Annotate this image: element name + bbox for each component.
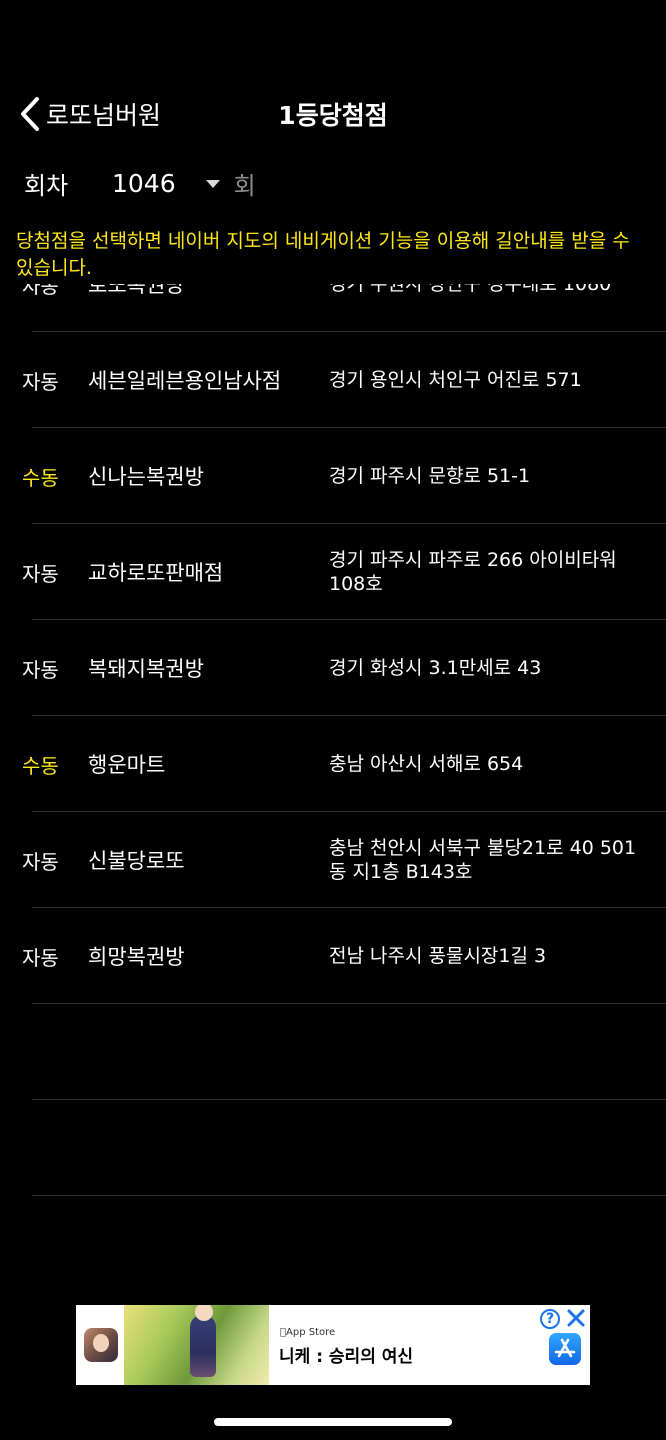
store-address: 경기 용인시 처인구 어진로 571 (329, 369, 582, 391)
back-label: 로또넘버원 (46, 101, 162, 130)
store-address (329, 1100, 649, 1196)
ad-store-label: App Store (280, 1327, 335, 1338)
screen: 로또넘버원 1등당첨점 회차 1046 회 당첨점을 선택하면 네이버 지도의 … (0, 0, 666, 1440)
round-dropdown[interactable]: 1046 회 (112, 166, 256, 201)
back-button[interactable]: 로또넘버원 (18, 94, 161, 134)
caret-down-icon (205, 179, 220, 188)
round-selector-row: 회차 1046 회 (0, 160, 666, 206)
store-list[interactable]: 자동 로또복권방 경기 수원시 장안구 경수대로 1080 자동 세븐일레븐용인남사점 경… (0, 284, 666, 1284)
store-address: 충남 천안시 서북구 불당21로 40 501동 지1층 B143호 (329, 837, 637, 883)
store-address (329, 1196, 649, 1284)
store-row[interactable]: 자동 희망복권방 전남 나주시 풍물시장1길 3 (0, 908, 666, 1004)
notice-text: 당첨점을 선택하면 네이버 지도의 네비게이션 기능을 이용해 길안내를 받을 … (16, 230, 630, 279)
store-draw-type: 자동 (22, 369, 59, 394)
store-row[interactable]: 자동 신불당로또 충남 천안시 서북구 불당21로 40 501동 지1층 B143… (0, 812, 666, 908)
round-label: 회차 (24, 172, 69, 200)
round-value: 1046 (112, 169, 176, 198)
store-list-content: 자동 로또복권방 경기 수원시 장안구 경수대로 1080 자동 세븐일레븐용인남사점 경… (0, 284, 666, 1284)
close-icon[interactable] (565, 1307, 587, 1329)
store-name: 신불당로또 (88, 849, 185, 873)
store-name: 희망복권방 (88, 945, 185, 969)
store-address: 경기 파주시 파주로 266 아이비타워 108호 (329, 549, 617, 595)
store-row[interactable]: 자동 복돼지복권방 경기 화성시 3.1만세로 43 (0, 620, 666, 716)
ad-banner[interactable]: App Store 니케 : 승리의 여신 ? (76, 1305, 590, 1385)
store-draw-type: 자동 (22, 657, 59, 682)
store-name: 신나는복권방 (88, 465, 204, 489)
chevron-left-icon (21, 97, 39, 131)
app-store-glyph-icon (554, 1338, 576, 1358)
store-name: 복돼지복권방 (88, 657, 204, 681)
ad-info-icon[interactable]: ? (540, 1309, 560, 1329)
store-row (0, 1004, 666, 1100)
store-name: 로또복권방 (88, 284, 185, 297)
store-row (0, 1196, 666, 1284)
home-indicator (214, 1418, 452, 1426)
store-address: 경기 수원시 장안구 경수대로 1080 (329, 284, 612, 295)
store-name: 교하로또판매점 (88, 561, 224, 585)
store-name: 세븐일레븐용인남사점 (88, 369, 282, 393)
store-draw-type: 자동 (22, 561, 59, 586)
store-row[interactable]: 자동 세븐일레븐용인남사점 경기 용인시 처인구 어진로 571 (0, 332, 666, 428)
store-draw-type: 자동 (22, 284, 59, 298)
store-draw-type: 수동 (22, 753, 59, 778)
store-address: 경기 화성시 3.1만세로 43 (329, 657, 542, 679)
store-row[interactable]: 자동 로또복권방 경기 수원시 장안구 경수대로 1080 (0, 284, 666, 332)
store-draw-type: 자동 (22, 849, 59, 874)
ad-image (124, 1305, 269, 1385)
store-row[interactable]: 수동 신나는복권방 경기 파주시 문향로 51-1 (0, 428, 666, 524)
store-address: 충남 아산시 서해로 654 (329, 753, 524, 775)
store-draw-type: 수동 (22, 465, 59, 490)
nav-bar: 로또넘버원 1등당첨점 (0, 88, 666, 138)
store-address (329, 1004, 649, 1100)
store-row[interactable]: 수동 행운마트 충남 아산시 서해로 654 (0, 716, 666, 812)
round-unit: 회 (233, 172, 256, 200)
app-store-icon[interactable] (549, 1333, 581, 1365)
ad-title: 니케 : 승리의 여신 (279, 1347, 414, 1367)
store-row[interactable]: 자동 교하로또판매점 경기 파주시 파주로 266 아이비타워 108호 (0, 524, 666, 620)
ad-store-text: App Store (280, 1327, 335, 1338)
ad-character-figure (190, 1305, 216, 1377)
store-row (0, 1100, 666, 1196)
store-address: 전남 나주시 풍물시장1길 3 (329, 945, 547, 967)
store-name: 행운마트 (88, 753, 166, 777)
store-address: 경기 파주시 문향로 51-1 (329, 465, 531, 487)
ad-app-icon (84, 1328, 118, 1362)
store-draw-type: 자동 (22, 945, 59, 970)
